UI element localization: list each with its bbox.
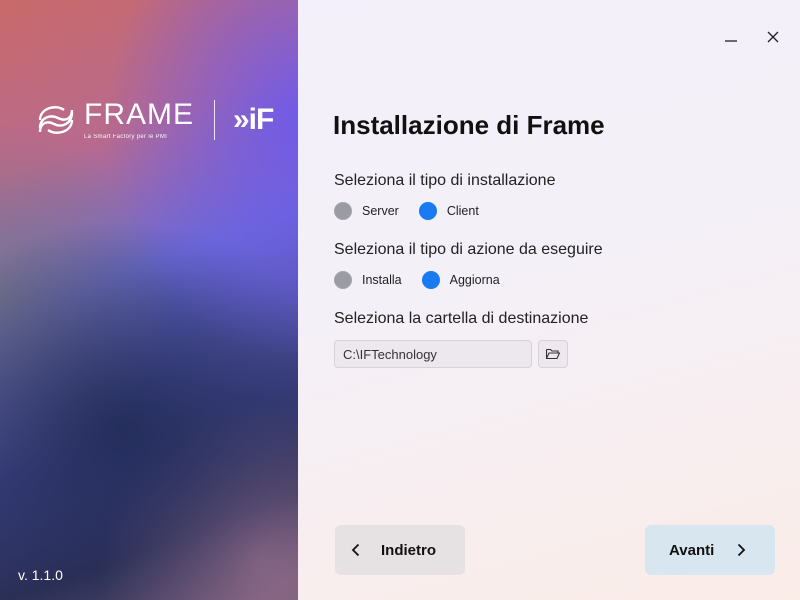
partner-logo: »iF <box>233 103 274 136</box>
product-tagline: La Smart Factory per le PMI <box>84 134 168 140</box>
chevron-left-icon <box>351 543 361 557</box>
minimize-button[interactable] <box>720 26 742 48</box>
radio-installa-indicator[interactable] <box>334 271 352 289</box>
browse-folder-button[interactable] <box>538 340 568 368</box>
logo-divider <box>214 100 215 140</box>
action-type-label: Seleziona il tipo di azione da eseguire <box>334 241 603 258</box>
radio-client-indicator[interactable] <box>418 202 437 220</box>
back-button-label: Indietro <box>381 541 436 559</box>
radio-installa-label: Installa <box>362 273 402 287</box>
next-button[interactable]: Avanti <box>645 525 775 575</box>
radio-client[interactable]: Client <box>418 202 479 220</box>
next-button-label: Avanti <box>669 541 715 559</box>
radio-server-label: Server <box>362 204 399 218</box>
version-label: v. 1.1.0 <box>18 567 63 583</box>
install-type-group: Server Client <box>334 202 499 220</box>
back-button[interactable]: Indietro <box>335 525 465 575</box>
radio-aggiorna[interactable]: Aggiorna <box>421 271 500 289</box>
radio-aggiorna-label: Aggiorna <box>449 273 500 287</box>
page-title: Installazione di Frame <box>333 110 605 140</box>
chevron-right-icon <box>736 543 746 557</box>
close-button[interactable] <box>762 26 784 48</box>
content-panel: Installazione di Frame Seleziona il tipo… <box>298 0 800 600</box>
radio-client-label: Client <box>446 204 479 218</box>
branding-panel: FRAME La Smart Factory per le PMI »iF v.… <box>0 0 298 600</box>
install-type-label: Seleziona il tipo di installazione <box>334 172 556 189</box>
frame-logo-icon <box>38 106 74 134</box>
close-icon <box>767 31 779 43</box>
product-name: FRAME <box>84 98 194 131</box>
folder-open-icon <box>545 348 561 360</box>
radio-server-indicator[interactable] <box>334 202 352 220</box>
radio-installa[interactable]: Installa <box>334 271 402 289</box>
minimize-icon <box>725 40 737 42</box>
frame-wordmark: FRAME La Smart Factory per le PMI <box>84 98 194 141</box>
radio-aggiorna-indicator[interactable] <box>421 271 440 289</box>
destination-label: Seleziona la cartella di destinazione <box>334 310 589 327</box>
radio-server[interactable]: Server <box>334 202 399 220</box>
action-type-group: Installa Aggiorna <box>334 271 520 289</box>
installer-window: FRAME La Smart Factory per le PMI »iF v.… <box>0 0 800 600</box>
logo-row: FRAME La Smart Factory per le PMI »iF <box>34 98 274 142</box>
destination-path-input[interactable] <box>334 340 532 368</box>
